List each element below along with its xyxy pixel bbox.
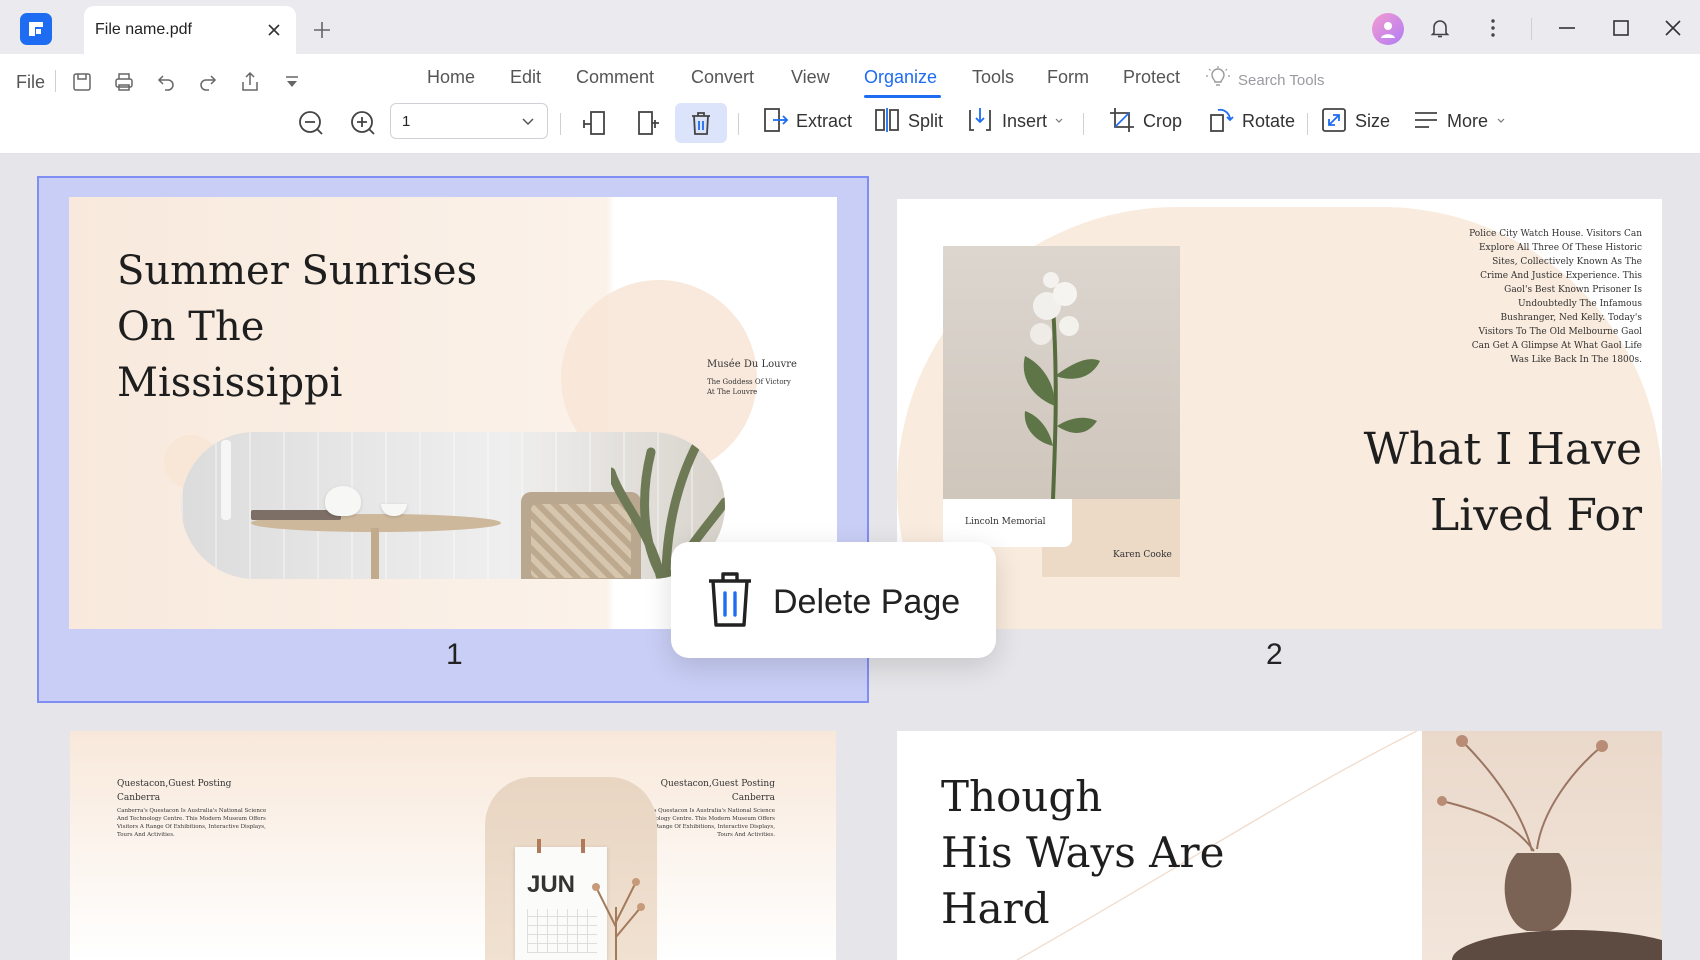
lightbulb-icon	[1206, 66, 1230, 86]
insert-page-after-icon[interactable]	[635, 109, 663, 137]
page-3-left-heading: Questacon,Guest Posting Canberra	[117, 779, 232, 803]
tab-protect[interactable]: Protect	[1123, 67, 1180, 88]
tab-comment[interactable]: Comment	[576, 67, 654, 88]
minimize-icon[interactable]	[1555, 16, 1579, 40]
document-tab-title: File name.pdf	[95, 21, 192, 38]
page-number-1: 1	[446, 638, 463, 671]
calendar-photo: JUN	[485, 777, 657, 960]
page-number-value: 1	[402, 113, 411, 130]
customize-dropdown-icon[interactable]	[280, 70, 304, 94]
page-1-caption-body: The Goddess Of Victory At The Louvre	[707, 378, 791, 396]
tab-edit[interactable]: Edit	[510, 67, 541, 88]
close-tab-icon[interactable]	[264, 20, 284, 40]
calendar-month: JUN	[527, 871, 576, 898]
delete-page-label: Delete Page	[773, 583, 961, 621]
divider	[560, 113, 561, 135]
app-logo-icon[interactable]	[20, 13, 52, 45]
page-thumbnail-4[interactable]: Though His Ways Are Hard	[897, 731, 1662, 960]
tab-view[interactable]: View	[791, 67, 830, 88]
maximize-icon[interactable]	[1609, 16, 1633, 40]
page-thumbnail-3[interactable]: Questacon,Guest Posting Canberra Canberr…	[70, 731, 836, 960]
chevron-down-icon	[1055, 118, 1063, 123]
size-button[interactable]: Size	[1320, 100, 1390, 140]
page-2-body-text: Police City Watch House. Visitors Can Ex…	[1469, 229, 1642, 365]
new-tab-icon[interactable]	[310, 18, 334, 42]
zoom-in-icon[interactable]	[349, 109, 377, 137]
document-tab[interactable]: File name.pdf	[84, 6, 296, 54]
insert-page-before-icon[interactable]	[581, 109, 609, 137]
extract-icon	[764, 108, 789, 132]
more-button[interactable]: More	[1412, 100, 1512, 140]
tab-home[interactable]: Home	[427, 67, 475, 88]
insert-button[interactable]: Insert	[966, 100, 1066, 140]
divider	[738, 113, 739, 135]
page-4-title: Though His Ways Are Hard	[941, 772, 1225, 933]
vase-photo	[1422, 731, 1662, 960]
redo-icon[interactable]	[196, 70, 220, 94]
page-3-right-heading: Questacon,Guest Posting Canberra	[660, 779, 775, 803]
split-button[interactable]: Split	[873, 100, 949, 140]
crop-button[interactable]: Crop	[1108, 100, 1184, 140]
delete-page-popup[interactable]: Delete Page	[671, 542, 996, 658]
zoom-out-icon[interactable]	[297, 109, 325, 137]
divider	[1531, 18, 1532, 40]
tab-form[interactable]: Form	[1047, 67, 1089, 88]
extract-button[interactable]: Extract	[762, 100, 858, 140]
rotate-label: Rotate	[1242, 111, 1296, 131]
tab-organize[interactable]: Organize	[864, 67, 937, 88]
flower-photo	[943, 246, 1180, 500]
page-2-card-author: Karen Cooke	[1113, 550, 1172, 560]
divider	[55, 70, 56, 92]
file-menu[interactable]: File	[16, 72, 45, 93]
page-2-title: What I Have Lived For	[1363, 424, 1642, 541]
page-2-card-label: Lincoln Memorial	[965, 517, 1046, 527]
chevron-down-icon	[1497, 118, 1505, 123]
resize-icon	[1322, 108, 1346, 132]
extract-label: Extract	[796, 111, 853, 131]
more-label: More	[1447, 111, 1489, 131]
split-icon	[875, 108, 899, 132]
page-1-caption-title: Musée Du Louvre	[707, 359, 797, 370]
insert-label: Insert	[1002, 111, 1048, 131]
chevron-down-icon	[522, 118, 534, 126]
avatar[interactable]	[1372, 13, 1404, 45]
more-menu-icon	[1415, 112, 1437, 128]
close-window-icon[interactable]	[1661, 16, 1685, 40]
crop-icon	[1110, 108, 1134, 132]
title-bar: File name.pdf	[0, 0, 1700, 54]
tab-convert[interactable]: Convert	[691, 67, 754, 88]
rotate-icon	[1210, 108, 1234, 132]
search-tools-input[interactable]: Search Tools	[1238, 72, 1324, 89]
page-3-left-body: Canberra's Questacon Is Australia's Nati…	[117, 808, 267, 838]
tab-tools[interactable]: Tools	[972, 67, 1014, 88]
save-icon[interactable]	[70, 70, 94, 94]
trash-icon	[692, 112, 710, 135]
crop-label: Crop	[1143, 111, 1183, 131]
page-thumbnail-2[interactable]: Lincoln Memorial Karen Cooke Police City…	[897, 199, 1662, 629]
divider	[1307, 113, 1308, 135]
trash-icon	[709, 572, 751, 627]
page-number-select[interactable]: 1	[390, 103, 548, 139]
undo-icon[interactable]	[154, 70, 178, 94]
size-label: Size	[1355, 111, 1391, 131]
interior-photo	[181, 432, 725, 579]
split-label: Split	[908, 111, 944, 131]
share-icon[interactable]	[238, 70, 262, 94]
page-number-2: 2	[1266, 638, 1283, 671]
insert-icon	[969, 108, 991, 131]
more-vertical-icon[interactable]	[1481, 16, 1505, 40]
divider	[1083, 113, 1084, 135]
delete-page-toolbar-button[interactable]	[675, 103, 727, 143]
rotate-button[interactable]: Rotate	[1206, 100, 1296, 140]
bell-icon[interactable]	[1428, 16, 1452, 40]
print-icon[interactable]	[112, 70, 136, 94]
active-tab-indicator	[864, 95, 941, 98]
page-1-title: Summer Sunrises On The Mississippi	[117, 248, 478, 406]
